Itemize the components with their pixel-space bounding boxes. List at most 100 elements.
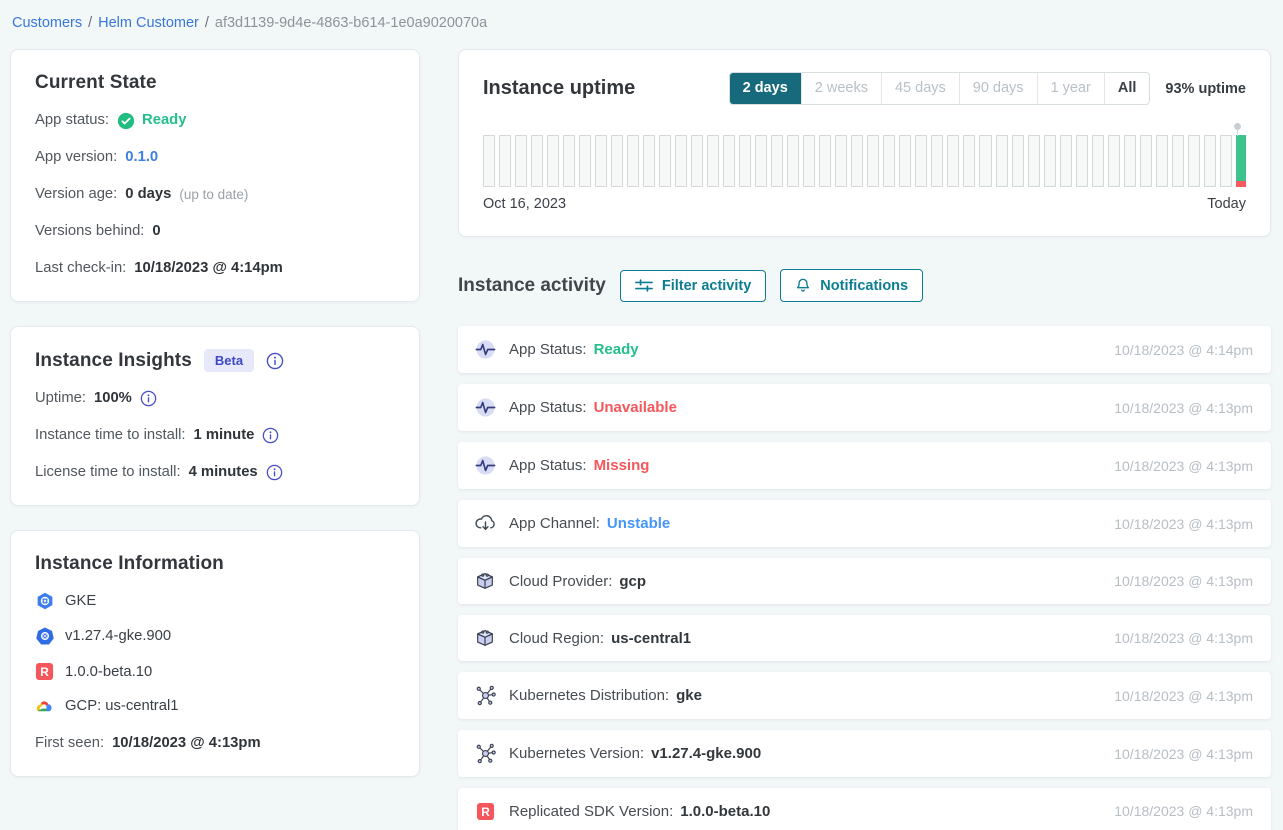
range-1-year[interactable]: 1 year [1037,73,1104,104]
uptime-bar-empty [515,135,527,187]
activity-label: Kubernetes Version: [509,745,644,762]
activity-label: App Status: [509,341,587,358]
breadcrumb-link[interactable]: Helm Customer [98,15,199,31]
instance-activity-title: Instance activity [458,275,606,297]
uptime-bar-empty [1172,135,1184,187]
uptime-bar-empty [1220,135,1232,187]
uptime-bar-empty [883,135,895,187]
uptime-bar-empty [915,135,927,187]
activity-label: App Channel: [509,515,600,532]
instance-info-item: GKE [35,592,395,610]
uptime-bar-empty [675,135,687,187]
versions-behind-label: Versions behind: [35,221,144,242]
activity-label: Cloud Provider: [509,573,612,590]
instance-insights-card: Instance Insights Beta Uptime: 100% Inst… [10,326,420,506]
activity-row: App Status: Ready 10/18/2023 @ 4:14pm [458,326,1271,373]
app-status-label: App status: [35,110,109,131]
activity-timestamp: 10/18/2023 @ 4:13pm [1114,746,1253,762]
chart-marker-dot [1234,123,1241,130]
uptime-bar-empty [1140,135,1152,187]
app-status-icon [473,454,497,477]
chart-start-label: Oct 16, 2023 [483,196,566,212]
uptime-bar-current [1236,135,1246,187]
instance-information-title: Instance Information [35,553,395,575]
range-2-days[interactable]: 2 days [730,73,801,104]
uptime-bar-empty [835,135,847,187]
uptime-bar-empty [851,135,863,187]
breadcrumb-separator: / [88,15,92,31]
uptime-chart[interactable]: Oct 16, 2023 Today [483,135,1246,212]
instance-information-card: Instance Information GKE v1.27.4-gke.900… [10,530,420,777]
activity-value: us-central1 [611,630,691,647]
app-version-link[interactable]: 0.1.0 [125,147,158,168]
first-seen-label: First seen: [35,733,104,754]
range-90-days[interactable]: 90 days [959,73,1037,104]
activity-label: Cloud Region: [509,630,604,647]
uptime-bar-empty [659,135,671,187]
app-status-icon [473,338,497,361]
breadcrumb-link[interactable]: Customers [12,15,82,31]
activity-value: Ready [594,341,639,358]
activity-label: App Status: [509,399,587,416]
cloud-box-icon [473,570,497,592]
uptime-label: Uptime: [35,388,86,409]
info-icon[interactable] [262,427,279,444]
activity-timestamp: 10/18/2023 @ 4:13pm [1114,458,1253,474]
uptime-bar-empty [1188,135,1200,187]
range-all[interactable]: All [1104,73,1150,104]
breadcrumb: Customers/Helm Customer/af3d1139-9d4e-48… [0,0,1283,33]
cloud-box-icon [473,627,497,649]
instance-info-text: v1.27.4-gke.900 [65,628,171,644]
app-status-value: Ready [142,110,186,131]
activity-timestamp: 10/18/2023 @ 4:13pm [1114,400,1253,416]
instance-info-text: GKE [65,593,96,609]
activity-value: gke [676,687,702,704]
instance-time-label: Instance time to install: [35,425,186,446]
breadcrumb-separator: / [205,15,209,31]
activity-timestamp: 10/18/2023 @ 4:14pm [1114,342,1253,358]
filter-activity-button[interactable]: Filter activity [620,270,766,302]
activity-row: R Replicated SDK Version: 1.0.0-beta.10 … [458,788,1271,830]
activity-label: App Status: [509,457,587,474]
activity-label: Kubernetes Distribution: [509,687,669,704]
uptime-bar-empty [1204,135,1216,187]
uptime-bar-empty [595,135,607,187]
info-icon[interactable] [266,352,284,370]
info-icon[interactable] [140,390,157,407]
instance-uptime-card: Instance uptime 2 days2 weeks45 days90 d… [458,49,1271,237]
uptime-bar-empty [1060,135,1072,187]
kubernetes-network-icon [473,742,497,765]
uptime-percentage: 93% uptime [1165,81,1246,97]
uptime-bar-empty [979,135,991,187]
instance-info-text: 1.0.0-beta.10 [65,664,152,680]
activity-value: 1.0.0-beta.10 [680,803,770,820]
activity-value[interactable]: Unstable [607,515,670,532]
last-checkin-label: Last check-in: [35,258,126,279]
filter-icon [635,278,653,293]
uptime-bar-empty [723,135,735,187]
kubernetes-network-icon [473,684,497,707]
uptime-bar-empty [547,135,559,187]
instance-uptime-title: Instance uptime [483,77,635,100]
uptime-bar-empty [531,135,543,187]
info-icon[interactable] [266,464,283,481]
kubernetes-icon [35,627,54,645]
uptime-bar-empty [627,135,639,187]
uptime-bar-empty [499,135,511,187]
range-45-days[interactable]: 45 days [881,73,959,104]
versions-behind-value: 0 [152,221,160,242]
uptime-bar-empty [579,135,591,187]
license-time-label: License time to install: [35,462,181,483]
uptime-bar-empty [691,135,703,187]
activity-row: Kubernetes Distribution: gke 10/18/2023 … [458,672,1271,719]
uptime-bar-empty [771,135,783,187]
notifications-button[interactable]: Notifications [780,269,923,302]
uptime-bar-empty [755,135,767,187]
uptime-bar-empty [739,135,751,187]
activity-timestamp: 10/18/2023 @ 4:13pm [1114,516,1253,532]
range-2-weeks[interactable]: 2 weeks [801,73,881,104]
app-version-label: App version: [35,147,117,168]
uptime-bar-empty [1092,135,1104,187]
current-state-card: Current State App status: Ready App vers… [10,49,420,302]
uptime-bar-empty [963,135,975,187]
